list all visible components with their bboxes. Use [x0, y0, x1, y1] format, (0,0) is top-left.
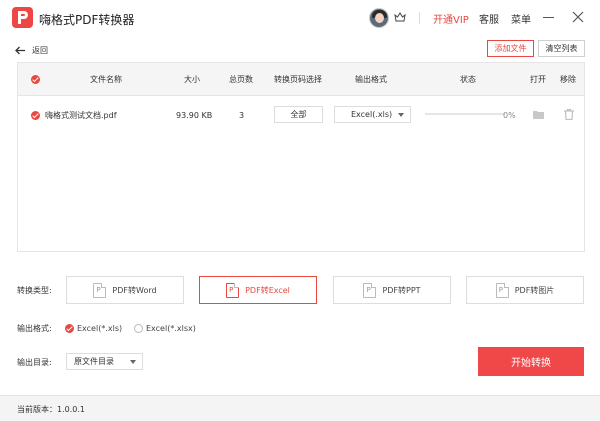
col-pages: 总页数 [229, 75, 253, 84]
progress-percent: 0% [503, 111, 516, 120]
radio-unchecked-icon [134, 323, 143, 333]
document-icon: P [363, 282, 377, 298]
type-pdf-to-image[interactable]: P PDF转图片 [466, 276, 584, 304]
type-pdf-to-image-label: PDF转图片 [514, 285, 555, 295]
type-pdf-to-ppt[interactable]: P PDF转PPT [333, 276, 451, 304]
row-checkbox[interactable] [31, 111, 40, 120]
table-row: 嗨格式测试文档.pdf 93.90 KB 3 全部 Excel(.xls) 0% [18, 97, 584, 135]
support-link[interactable]: 客服 [479, 11, 499, 26]
menu-link[interactable]: 菜单 [511, 11, 531, 26]
back-button[interactable]: 返回 [15, 43, 48, 57]
document-icon: P [226, 282, 240, 298]
file-table: 文件名称 大小 总页数 转换页码选择 输出格式 状态 打开 移除 嗨格式测试文档… [17, 62, 585, 252]
format-radio-xls-label: Excel(*.xls) [77, 323, 123, 333]
progress-bar [425, 113, 505, 115]
app-logo-icon [12, 7, 33, 28]
output-dir-label: 输出目录: [17, 358, 52, 367]
app-title: 嗨格式PDF转换器 [39, 13, 135, 27]
version-text: 当前版本：1.0.0.1 [17, 405, 85, 414]
table-header: 文件名称 大小 总页数 转换页码选择 输出格式 状态 打开 移除 [18, 63, 584, 96]
open-vip-link[interactable]: 开通VIP [433, 11, 469, 26]
output-dir-select[interactable]: 原文件目录 [66, 353, 143, 370]
file-name: 嗨格式测试文档.pdf [45, 111, 117, 120]
title-bar: 嗨格式PDF转换器 开通VIP 客服 菜单 [0, 0, 600, 36]
type-pdf-to-excel-label: PDF转Excel [245, 285, 290, 295]
output-format-label: 输出格式: [17, 324, 52, 333]
col-status: 状态 [460, 75, 476, 84]
type-pdf-to-excel[interactable]: P PDF转Excel [199, 276, 317, 304]
file-pages: 3 [239, 111, 245, 120]
trash-icon[interactable] [564, 109, 574, 120]
type-pdf-to-ppt-label: PDF转PPT [382, 285, 421, 295]
user-avatar[interactable] [369, 8, 389, 28]
radio-checked-icon [65, 323, 74, 333]
file-size: 93.90 KB [176, 111, 213, 120]
col-remove: 移除 [560, 75, 576, 84]
format-select-value: Excel(.xls) [351, 110, 393, 119]
clear-list-button[interactable]: 清空列表 [538, 40, 585, 57]
crown-icon[interactable] [394, 11, 406, 23]
col-size: 大小 [184, 75, 200, 84]
col-file-name: 文件名称 [90, 75, 122, 84]
output-dir-value: 原文件目录 [74, 357, 114, 366]
format-select[interactable]: Excel(.xls) [334, 106, 411, 123]
format-radio-xlsx-label: Excel(*.xlsx) [146, 323, 196, 333]
folder-icon[interactable] [533, 110, 544, 119]
title-divider [419, 12, 420, 24]
back-label: 返回 [32, 45, 48, 55]
document-icon: P [495, 282, 509, 298]
col-open: 打开 [530, 75, 546, 84]
type-pdf-to-word[interactable]: P PDF转Word [66, 276, 184, 304]
document-icon: P [93, 282, 107, 298]
chevron-down-icon [398, 113, 404, 117]
chevron-down-icon [130, 360, 136, 364]
select-all-checkbox[interactable] [31, 75, 40, 84]
arrow-left-icon [15, 46, 25, 54]
conversion-type-label: 转换类型: [17, 286, 52, 295]
col-page-select: 转换页码选择 [274, 75, 322, 84]
format-radio-xlsx[interactable]: Excel(*.xlsx) [134, 322, 196, 334]
status-footer: 当前版本：1.0.0.1 [0, 395, 600, 421]
col-format: 输出格式 [355, 75, 387, 84]
format-radio-xls[interactable]: Excel(*.xls) [65, 322, 122, 334]
minimize-button[interactable] [541, 9, 557, 25]
close-icon[interactable] [570, 9, 586, 25]
start-convert-button[interactable]: 开始转换 [478, 347, 584, 376]
page-select-button[interactable]: 全部 [274, 106, 323, 123]
add-file-button[interactable]: 添加文件 [487, 40, 534, 57]
type-pdf-to-word-label: PDF转Word [112, 285, 157, 295]
